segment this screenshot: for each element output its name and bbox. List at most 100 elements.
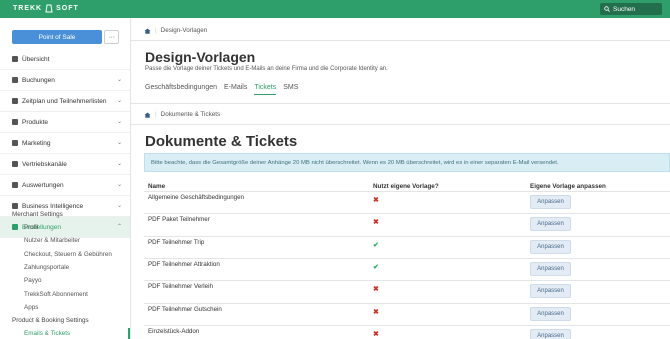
tab-emails[interactable]: E-Mails <box>224 84 247 95</box>
sidebar-item-label: Buchungen <box>22 76 55 84</box>
row-name: PDF Paket Teilnehmer <box>148 216 210 224</box>
divider <box>131 103 670 104</box>
tab-sms[interactable]: SMS <box>283 84 298 95</box>
anpassen-button[interactable]: Anpassen <box>530 306 571 321</box>
sidebar: Point of Sale ··· Übersicht Buchungen ⌄ Zei… <box>0 18 131 339</box>
logo-text-left: TREKK <box>13 5 43 12</box>
sidebar-subitem[interactable]: Checkout, Steuern & Gebühren <box>24 251 112 258</box>
backpack-logo-icon <box>45 4 53 13</box>
row-name: PDF Teilnehmer Gutschein <box>148 305 222 313</box>
product-booking-heading: Product & Booking Settings <box>12 317 89 324</box>
search-box[interactable]: Suchen <box>600 3 662 15</box>
chevron-down-icon: ⌄ <box>116 140 122 146</box>
sidebar-item-icon <box>12 182 18 188</box>
sidebar-subitem[interactable]: TrekkSoft Abonnement <box>24 291 88 298</box>
point-of-sale-button[interactable]: Point of Sale <box>12 30 102 44</box>
merchant-settings-heading: Merchant Settings <box>12 211 63 218</box>
breadcrumb-design-vorlagen[interactable]: Design-Vorlagen <box>161 27 208 34</box>
home-icon[interactable] <box>144 28 151 34</box>
chevron-down-icon: ⌄ <box>116 161 122 167</box>
divider <box>131 124 670 125</box>
home-icon[interactable] <box>144 112 151 118</box>
sidebar-item-einstellungen[interactable]: Einstellungen ⌃ <box>0 217 130 238</box>
table-row: PDF Teilnehmer Gutschein ✖ Anpassen <box>144 302 670 326</box>
tab-tickets[interactable]: Tickets <box>254 84 277 95</box>
table-row: PDF Teilnehmer Trip ✔ Anpassen <box>144 235 670 259</box>
anpassen-button[interactable]: Anpassen <box>530 284 571 299</box>
row-name: PDF Teilnehmer Verleih <box>148 283 213 291</box>
sidebar-item-icon <box>12 77 18 83</box>
top-bar: TREKK SOFT Suchen <box>0 0 670 18</box>
sidebar-item-vertriebskanäle[interactable]: Vertriebskanäle ⌄ <box>0 154 130 175</box>
chevron-down-icon: ⌄ <box>116 98 122 104</box>
more-options-button[interactable]: ··· <box>104 30 119 44</box>
sidebar-item-label: Übersicht <box>22 55 50 63</box>
cross-icon: ✖ <box>373 330 379 338</box>
search-icon <box>604 6 610 12</box>
chevron-down-icon: ⌄ <box>116 77 122 83</box>
sidebar-item-label: Zeitplan und Teilnehmerlisten <box>22 97 107 105</box>
sidebar-subitem[interactable]: Payyo <box>24 277 42 284</box>
sidebar-item-label: Vertriebskanäle <box>22 160 67 168</box>
divider <box>131 40 670 41</box>
chevron-down-icon: ⌄ <box>116 203 122 209</box>
cross-icon: ✖ <box>373 308 379 316</box>
sidebar-item-produkte[interactable]: Produkte ⌄ <box>0 112 130 133</box>
sidebar-item-emails-tickets[interactable]: Emails & Tickets <box>24 330 70 337</box>
sidebar-subitem[interactable]: Zahlungsportale <box>24 264 69 271</box>
trekksoft-logo[interactable]: TREKK SOFT <box>13 4 79 13</box>
column-header-custom: Nutzt eigene Vorlage? <box>373 183 439 190</box>
breadcrumb: | Design-Vorlagen <box>144 27 207 34</box>
row-name: PDF Teilnehmer Trip <box>148 238 205 246</box>
table-row: Einzelstück-Addon ✖ Anpassen <box>144 324 670 339</box>
check-icon: ✔ <box>373 263 379 271</box>
table-row: PDF Teilnehmer Verleih ✖ Anpassen <box>144 280 670 303</box>
sidebar-item-icon <box>12 119 18 125</box>
cross-icon: ✖ <box>373 219 379 227</box>
anpassen-button[interactable]: Anpassen <box>530 195 571 209</box>
sidebar-item-icon <box>12 224 18 230</box>
sidebar-item-marketing[interactable]: Marketing ⌄ <box>0 133 130 154</box>
anpassen-button[interactable]: Anpassen <box>530 217 571 232</box>
sidebar-item-übersicht[interactable]: Übersicht <box>0 49 130 70</box>
anpassen-button[interactable]: Anpassen <box>530 261 571 276</box>
sidebar-item-icon <box>12 203 18 209</box>
active-item-indicator <box>128 328 130 339</box>
sidebar-item-icon <box>12 98 18 104</box>
check-icon: ✔ <box>373 241 379 249</box>
page-description: Passe die Vorlage deiner Tickets und E-M… <box>145 66 388 72</box>
sidebar-item-icon <box>12 140 18 146</box>
cross-icon: ✖ <box>373 197 379 204</box>
tab-geschaeftsbedingungen[interactable]: Geschäftsbedingungen <box>145 84 217 95</box>
sidebar-item-buchungen[interactable]: Buchungen ⌄ <box>0 70 130 91</box>
page-title: Design-Vorlagen <box>145 49 256 65</box>
sidebar-subitem[interactable]: Apps <box>24 304 38 311</box>
chevron-down-icon: ⌄ <box>116 119 122 125</box>
breadcrumb-secondary: | Dokumente & Tickets <box>144 111 220 118</box>
logo-text-right: SOFT <box>56 5 79 12</box>
cross-icon: ✖ <box>373 286 379 294</box>
sidebar-item-auswertungen[interactable]: Auswertungen ⌄ <box>0 175 130 196</box>
row-name: Allgemeine Geschäftsbedingungen <box>148 194 244 201</box>
sidebar-item-zeitplan-und-teilnehmerlisten[interactable]: Zeitplan und Teilnehmerlisten ⌄ <box>0 91 130 112</box>
section-title: Dokumente & Tickets <box>145 133 298 150</box>
sidebar-subitem[interactable]: Nutzer & Mitarbeiter <box>24 237 80 244</box>
search-label: Suchen <box>613 5 636 13</box>
tab-bar: Geschäftsbedingungen E-Mails Tickets SMS <box>145 84 298 95</box>
sidebar-item-label: Auswertungen <box>22 181 64 189</box>
anpassen-button[interactable]: Anpassen <box>530 328 571 339</box>
sidebar-item-icon <box>12 161 18 167</box>
chevron-down-icon: ⌄ <box>116 182 122 188</box>
anpassen-button[interactable]: Anpassen <box>530 239 571 254</box>
chevron-up-icon: ⌃ <box>116 224 122 230</box>
main-content: | Design-Vorlagen Design-Vorlagen Passe … <box>131 18 670 339</box>
row-name: Einzelstück-Addon <box>148 327 200 335</box>
sidebar-item-label: Marketing <box>22 139 51 147</box>
breadcrumb-dokumente-tickets[interactable]: Dokumente & Tickets <box>161 111 221 118</box>
column-header-name: Name <box>148 183 166 190</box>
sidebar-item-label: Business Intelligence <box>22 202 84 210</box>
sidebar-subitem[interactable]: Profil <box>24 224 38 231</box>
table-row: Allgemeine Geschäftsbedingungen ✖ Anpassen <box>144 191 670 214</box>
info-notice: Bitte beachte, dass die Gesamtgröße dein… <box>144 153 670 172</box>
sidebar-item-icon <box>12 56 18 62</box>
